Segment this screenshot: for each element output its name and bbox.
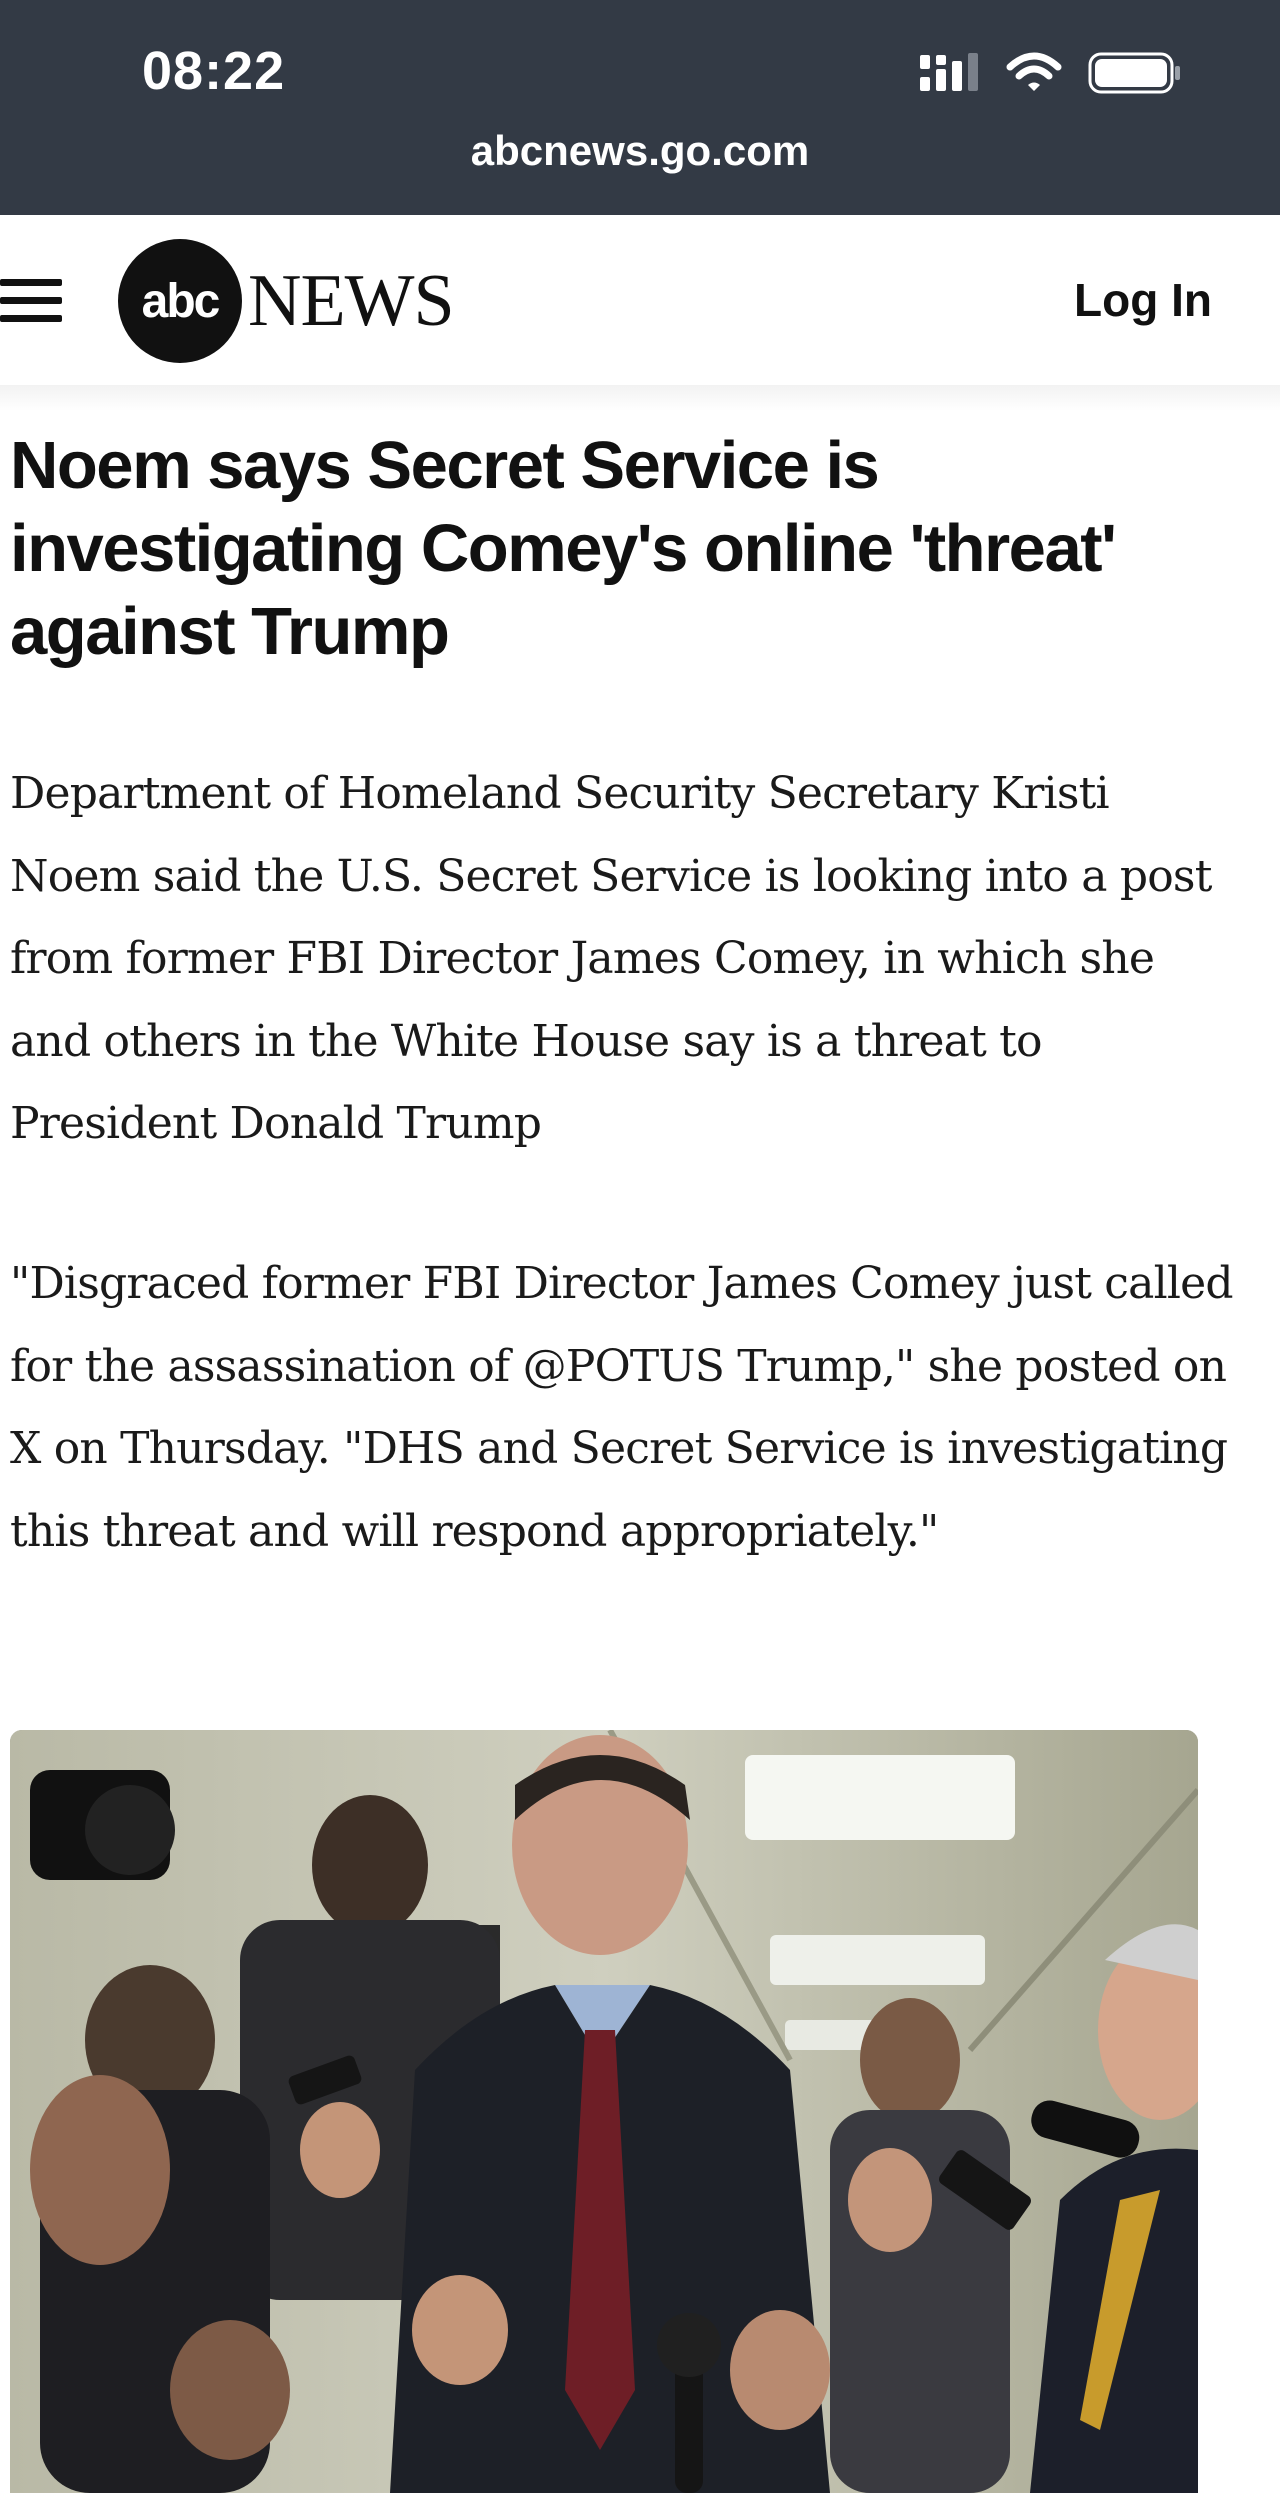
article-paragraph: Department of Homeland Security Secretar… (10, 768, 1212, 1149)
status-icons (918, 50, 1182, 100)
logo-abc-circle: abc (118, 239, 242, 363)
article-photo[interactable] (10, 1730, 1198, 2493)
site-header: abc NEWS Log In (0, 215, 1280, 385)
cellular-signal-icon (918, 51, 980, 100)
wifi-icon (1006, 51, 1062, 100)
article-headline: Noem says Secret Service is investigatin… (10, 428, 1117, 669)
hamburger-menu-icon[interactable] (0, 279, 64, 323)
login-button[interactable]: Log In (1074, 273, 1212, 327)
browser-status-bar: 08:22 abcnews.go.com (0, 0, 1280, 215)
address-bar-url[interactable]: abcnews.go.com (0, 127, 1280, 175)
header-divider (0, 385, 1280, 411)
battery-icon (1088, 51, 1182, 100)
article-paragraph: "Disgraced former FBI Director James Com… (10, 1258, 1234, 1557)
status-time: 08:22 (142, 41, 286, 101)
abc-news-logo[interactable]: abc NEWS (118, 239, 455, 363)
logo-news-word: NEWS (248, 259, 455, 342)
